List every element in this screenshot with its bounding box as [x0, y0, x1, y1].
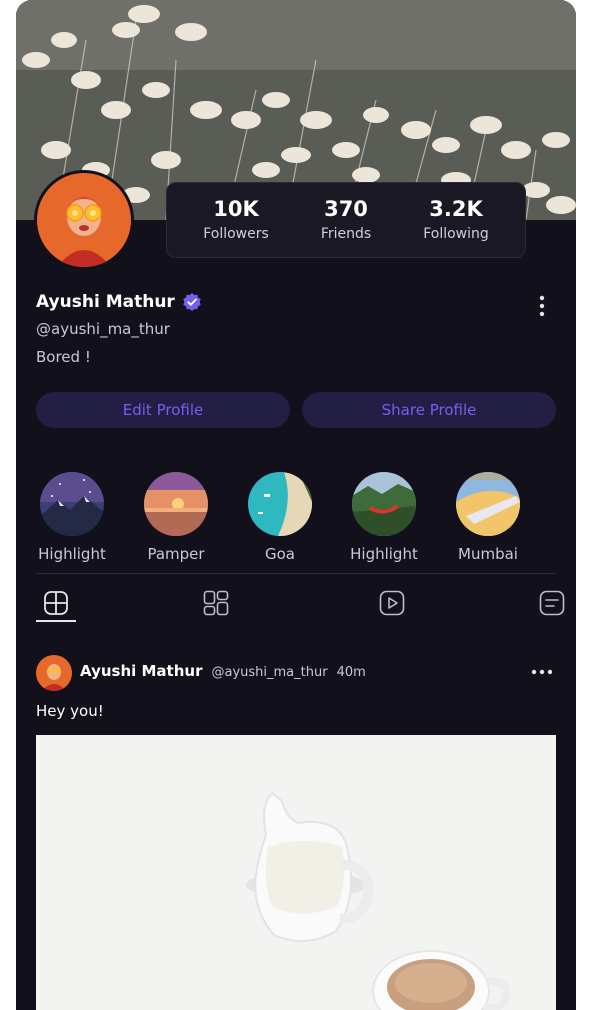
stat-value: 3.2K — [429, 197, 483, 221]
post-timestamp: 40m — [336, 665, 366, 680]
profile-avatar[interactable] — [34, 170, 134, 270]
highlight-label: Pamper — [147, 545, 205, 563]
tab-grid[interactable] — [36, 584, 76, 622]
highlight-item[interactable]: Highlight — [344, 472, 424, 563]
more-options-icon[interactable] — [536, 294, 548, 318]
post-image[interactable] — [36, 735, 556, 1010]
post-author-handle[interactable]: @ayushi_ma_thur — [211, 665, 327, 680]
stats-card: 10K Followers 370 Friends 3.2K Following — [166, 182, 526, 258]
highlight-item[interactable]: Goa — [240, 472, 320, 563]
profile-bio: Bored ! — [36, 348, 91, 366]
highlight-label: Highlight — [350, 545, 418, 563]
highlight-label: Goa — [265, 545, 295, 563]
collage-icon — [203, 590, 229, 616]
share-profile-button[interactable]: Share Profile — [302, 392, 556, 428]
profile-handle: @ayushi_ma_thur — [36, 320, 170, 338]
tab-videos[interactable] — [372, 584, 412, 622]
stat-friends[interactable]: 370 Friends — [296, 196, 396, 244]
stat-followers[interactable]: 10K Followers — [186, 196, 286, 244]
stat-label: Friends — [320, 226, 372, 242]
highlight-thumbnail — [352, 472, 416, 536]
post-author-name[interactable]: Ayushi Mathur — [80, 662, 202, 680]
highlight-label: Highlight — [38, 545, 106, 563]
post-header: Ayushi Mathur @ayushi_ma_thur 40m — [80, 662, 366, 680]
highlight-thumbnail — [456, 472, 520, 536]
post-more-icon[interactable] — [530, 666, 554, 678]
stat-label: Followers — [203, 226, 269, 242]
stat-following[interactable]: 3.2K Following — [406, 196, 506, 244]
profile-name: Ayushi Mathur — [36, 292, 175, 312]
highlight-item[interactable]: Pamper — [136, 472, 216, 563]
highlights-row: Highlight Pamper Goa Highlight Mumbai — [36, 472, 556, 568]
stat-value: 370 — [324, 197, 368, 221]
highlight-label: Mumbai — [458, 545, 518, 563]
post-caption: Hey you! — [36, 702, 104, 720]
text-post-icon — [539, 590, 565, 616]
content-tabs — [36, 584, 565, 624]
highlight-thumbnail — [248, 472, 312, 536]
verified-badge-icon — [183, 293, 201, 311]
tabs-divider — [36, 573, 556, 574]
stat-value: 10K — [213, 197, 259, 221]
highlight-thumbnail — [40, 472, 104, 536]
grid-icon — [44, 591, 68, 615]
highlight-thumbnail — [144, 472, 208, 536]
stat-label: Following — [423, 226, 489, 242]
post-author-avatar[interactable] — [36, 655, 72, 691]
highlight-item[interactable]: Mumbai — [448, 472, 528, 563]
tab-text-posts[interactable] — [532, 584, 572, 622]
tab-collage[interactable] — [196, 584, 236, 622]
active-tab-indicator — [36, 620, 76, 622]
profile-screen: 10K Followers 370 Friends 3.2K Following… — [16, 0, 576, 1010]
edit-profile-button[interactable]: Edit Profile — [36, 392, 290, 428]
video-icon — [379, 590, 405, 616]
highlight-item[interactable]: Highlight — [32, 472, 112, 563]
name-row: Ayushi Mathur — [36, 292, 202, 312]
